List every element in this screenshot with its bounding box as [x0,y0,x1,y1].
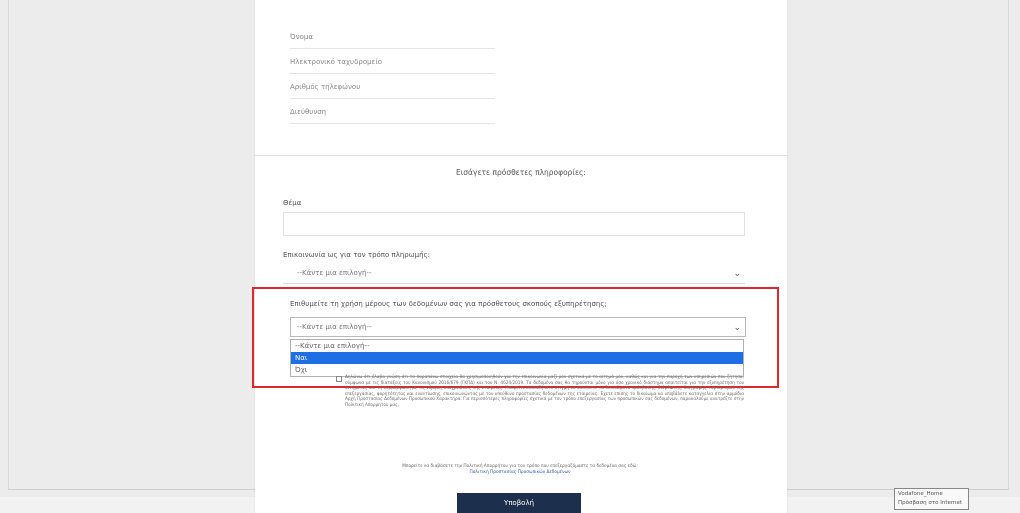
chevron-down-icon: ⌄ [733,269,741,279]
privacy-footnote: Μπορείτε να διαβάσετε την Πολιτική Απορρ… [330,464,710,476]
consent-question-label: Επιθυμείτε τη χρήση μέρους των δεδομένων… [290,300,607,308]
field-row-phone[interactable]: Αριθμός τηλεφώνου [290,74,495,99]
field-label: Διεύθυνση [290,108,327,116]
payment-select-value: --Κάντε μια επιλογή-- [297,269,372,277]
subject-label: Θέμα [283,199,302,207]
consent-dropdown-list: --Κάντε μια επιλογή-- Ναι Όχι [290,339,744,377]
field-row-first-name[interactable]: Όνομα [290,24,495,49]
section-divider [255,155,787,156]
network-status: Πρόσβαση στο Internet [898,500,963,506]
submit-button[interactable]: Υποβολή [457,493,581,513]
consent-terms-text: Δηλώνω ότι έλαβα γνώση ότι τα παραπάνω σ… [345,374,744,407]
network-name: Vodafone_Home [898,491,943,497]
chevron-down-icon: ⌄ [733,323,741,333]
privacy-footnote-text: Μπορείτε να διαβάσετε την Πολιτική Απορρ… [402,464,638,469]
dropdown-option-yes[interactable]: Ναι [291,352,743,364]
consent-select-value: --Κάντε μια επιλογή-- [297,323,372,331]
dropdown-option-placeholder[interactable]: --Κάντε μια επιλογή-- [291,340,743,352]
field-row-email[interactable]: Ηλεκτρονικό ταχυδρομείο [290,49,495,74]
payment-select[interactable]: --Κάντε μια επιλογή-- ⌄ [283,264,745,284]
consent-checkbox[interactable] [336,376,342,382]
section-title: Εισάγετε πρόσθετες πληροφορίες: [456,168,586,177]
subject-input[interactable] [283,212,745,236]
frame-right-edge [1008,0,1009,490]
consent-select[interactable]: --Κάντε μια επιλογή-- ⌄ [290,317,746,337]
field-label: Ηλεκτρονικό ταχυδρομείο [290,58,382,66]
frame-left-edge [8,0,9,490]
contact-fields-list: Όνομα Ηλεκτρονικό ταχυδρομείο Αριθμός τη… [290,24,495,124]
field-label: Αριθμός τηλεφώνου [290,83,361,91]
privacy-policy-link[interactable]: Πολιτική Προστασίας Προσωπικών Δεδομένων [470,470,571,475]
network-tooltip: Vodafone_Home Πρόσβαση στο Internet [894,488,969,510]
field-row-address[interactable]: Διεύθυνση [290,99,495,124]
payment-label: Επικοινωνία ως για τον τρόπο πληρωμής: [283,251,430,259]
field-label: Όνομα [290,33,313,41]
